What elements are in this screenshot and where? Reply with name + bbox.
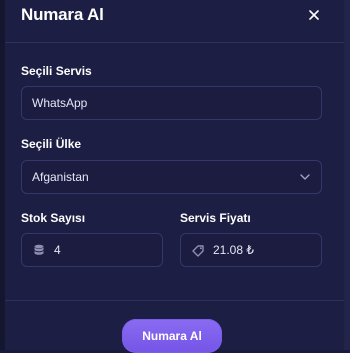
- service-field[interactable]: WhatsApp: [21, 86, 322, 120]
- service-value: WhatsApp: [32, 96, 88, 110]
- stock-value: 4: [54, 243, 61, 257]
- footer-divider: [5, 300, 344, 301]
- buy-number-modal: Numara Al Seçili Servis WhatsApp Seçili …: [5, 0, 344, 353]
- stock-field: 4: [21, 233, 163, 267]
- close-button[interactable]: [303, 4, 325, 26]
- database-icon: [32, 243, 46, 257]
- stock-label: Stok Sayısı: [21, 211, 86, 225]
- modal-title: Numara Al: [21, 5, 104, 24]
- price-value: 21.08 ₺: [213, 243, 254, 257]
- backdrop-right: [344, 0, 350, 350]
- service-label: Seçili Servis: [21, 64, 92, 78]
- country-label: Seçili Ülke: [21, 137, 82, 151]
- chevron-down-icon: [299, 171, 311, 183]
- price-tag-icon: [191, 243, 205, 257]
- modal-header: Numara Al: [5, 0, 344, 43]
- price-label: Servis Fiyatı: [180, 211, 251, 225]
- price-field: 21.08 ₺: [180, 233, 322, 267]
- buy-number-button[interactable]: Numara Al: [122, 319, 222, 353]
- country-select[interactable]: Afganistan: [21, 160, 322, 194]
- close-icon: [309, 10, 319, 20]
- country-value: Afganistan: [32, 170, 89, 184]
